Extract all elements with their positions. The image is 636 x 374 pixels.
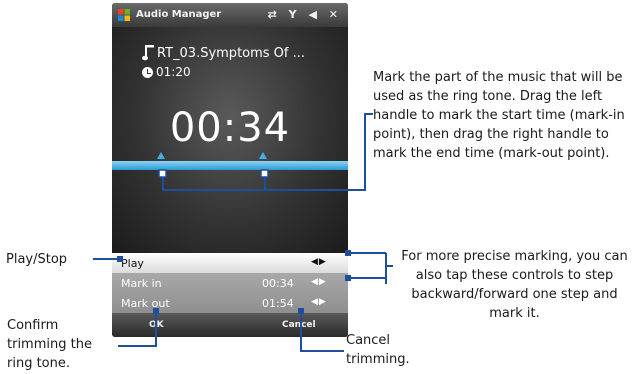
cancel-callout: Cancel trimming.: [346, 333, 410, 367]
precise-marking-callout: For more precise marking, you can also t…: [401, 249, 628, 321]
confirm-callout: Confirm trimming the ring tone.: [7, 318, 92, 371]
play-stop-callout: Play/Stop: [6, 252, 68, 267]
mark-info-callout: Mark the part of the music that will be …: [373, 70, 625, 161]
